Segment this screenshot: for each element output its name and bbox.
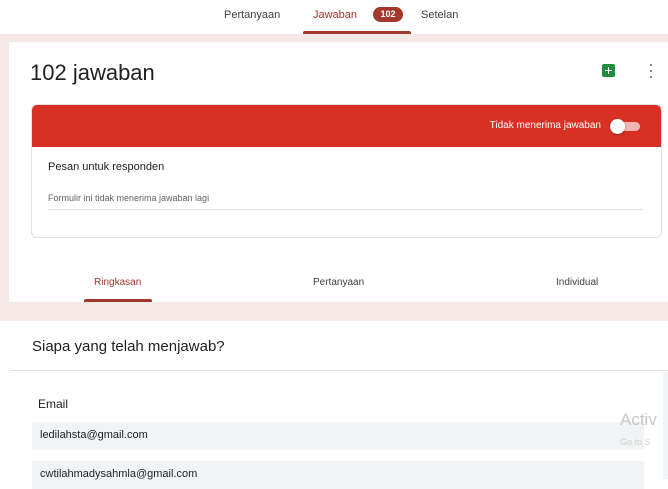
message-label: Pesan untuk responden <box>48 161 165 173</box>
top-tab-bar: Pertanyaan Jawaban 102 Setelan <box>0 0 668 34</box>
list-item: cwtilahmadysahmla@gmail.com <box>32 461 644 489</box>
message-input[interactable]: Formulir ini tidak menerima jawaban lagi <box>48 193 209 203</box>
scrollbar-track[interactable] <box>663 372 668 479</box>
activation-watermark: Activ <box>620 410 657 429</box>
tab-settings[interactable]: Setelan <box>421 9 458 21</box>
accepting-toggle[interactable] <box>610 119 642 134</box>
tab-responses[interactable]: Jawaban <box>313 9 357 21</box>
more-vert-icon[interactable] <box>646 62 656 80</box>
responses-title: 102 jawaban <box>30 60 155 85</box>
message-underline <box>48 209 643 210</box>
accepting-toggle-label: Tidak menerima jawaban <box>489 120 601 131</box>
responses-count-badge: 102 <box>373 7 403 22</box>
accepting-responses-card: Tidak menerima jawaban Pesan untuk respo… <box>31 104 662 238</box>
tab-questions[interactable]: Pertanyaan <box>224 9 280 21</box>
list-item: ledilahsta@gmail.com <box>32 422 644 450</box>
toggle-knob <box>610 119 625 134</box>
section-divider <box>10 370 668 371</box>
activation-watermark-subtitle: Go to S <box>620 437 651 447</box>
email-label: Email <box>38 397 69 411</box>
email-value: ledilahsta@gmail.com <box>40 429 148 441</box>
accepting-responses-banner: Tidak menerima jawaban <box>32 105 661 147</box>
active-subtab-indicator <box>84 299 152 302</box>
email-value: cwtilahmadysahmla@gmail.com <box>40 468 198 480</box>
tab-individual[interactable]: Individual <box>556 277 598 288</box>
tab-question[interactable]: Pertanyaan <box>313 277 364 288</box>
who-answered-title: Siapa yang telah menjawab? <box>32 338 225 355</box>
tab-summary[interactable]: Ringkasan <box>94 277 141 288</box>
sheets-icon[interactable] <box>602 64 615 77</box>
